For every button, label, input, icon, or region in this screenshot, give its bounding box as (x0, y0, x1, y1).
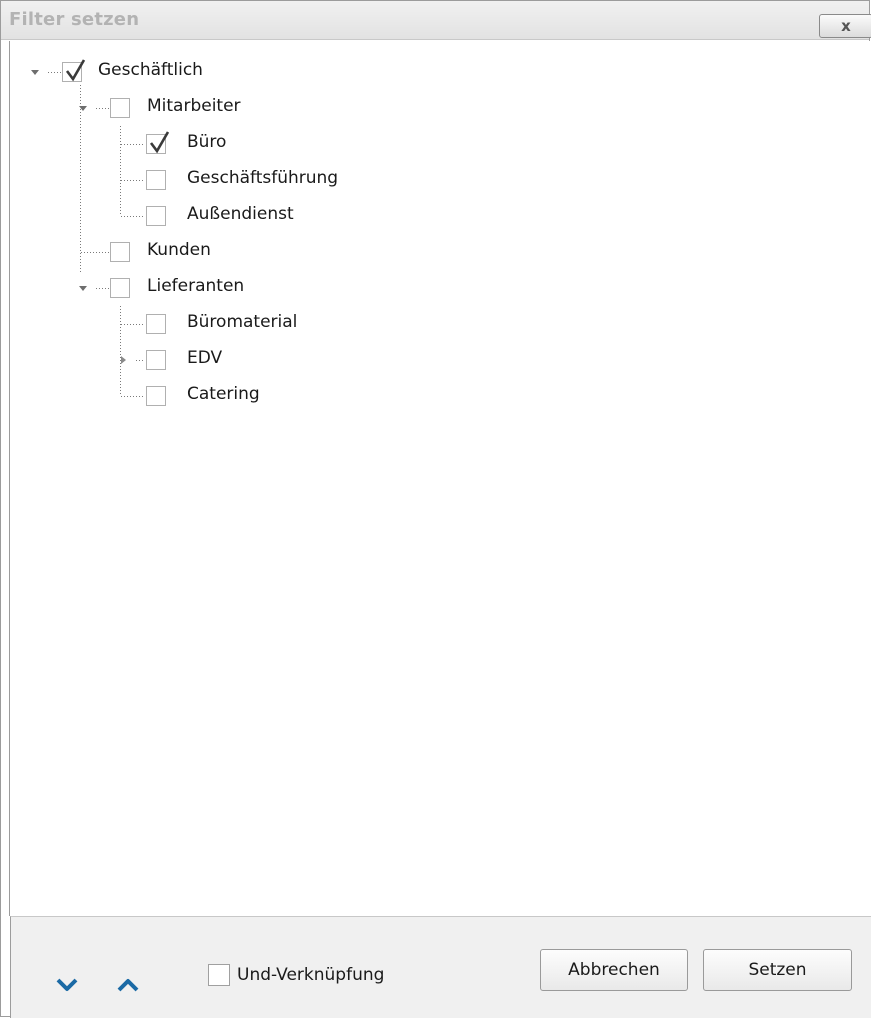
checkbox-geschaeftlich[interactable] (62, 59, 86, 82)
tree-item-lieferanten[interactable]: Lieferanten (10, 270, 410, 306)
und-verknuepfung-checkbox[interactable] (208, 964, 230, 986)
expand-arrow-icon[interactable] (78, 103, 88, 113)
move-down-button[interactable] (55, 976, 79, 994)
title-bar[interactable]: Filter setzen x (1, 1, 871, 40)
expand-arrow-icon[interactable] (30, 67, 40, 77)
move-up-button[interactable] (116, 976, 140, 994)
close-icon: x (841, 17, 851, 35)
tree-item-geschaeftsfuehrung[interactable]: Geschäftsführung (10, 162, 410, 198)
checkbox-mitarbeiter[interactable] (110, 98, 130, 118)
tree-item-bueromaterial[interactable]: Büromaterial (10, 306, 410, 342)
chevron-down-icon (56, 978, 78, 991)
expand-arrow-icon[interactable] (78, 283, 88, 293)
tree-item-aussendienst[interactable]: Außendienst (10, 198, 410, 234)
apply-button[interactable]: Setzen (703, 949, 852, 991)
checkbox-buero[interactable] (146, 131, 170, 154)
tree-item-label: Lieferanten (147, 276, 245, 296)
checkbox-lieferanten[interactable] (110, 278, 130, 298)
chevron-up-icon (117, 979, 139, 992)
tree-item-label: Büro (187, 132, 227, 152)
tree-item-label: Geschäftsführung (187, 168, 339, 188)
tree-item-catering[interactable]: Catering (10, 378, 410, 414)
filter-tree: Geschäftlich Mitarbeiter Büro Geschäftsf… (9, 41, 871, 916)
dialog-title: Filter setzen (9, 9, 140, 30)
dialog-footer: Und-Verknüpfung Abbrechen Setzen (10, 916, 871, 1018)
und-verknuepfung-label[interactable]: Und-Verknüpfung (237, 965, 384, 985)
tree-item-label: EDV (187, 348, 223, 368)
tree-item-label: Catering (187, 384, 260, 404)
tree-item-label: Mitarbeiter (147, 96, 241, 116)
close-button[interactable]: x (819, 14, 871, 38)
collapse-arrow-icon[interactable] (118, 355, 128, 365)
tree-item-edv[interactable]: EDV (10, 342, 410, 378)
tree-item-label: Kunden (147, 240, 211, 260)
checkbox-kunden[interactable] (110, 242, 130, 262)
tree-item-buero[interactable]: Büro (10, 126, 410, 162)
tree-item-kunden[interactable]: Kunden (10, 234, 410, 270)
cancel-button[interactable]: Abbrechen (540, 949, 688, 991)
checkbox-catering[interactable] (146, 386, 166, 406)
tree-item-label: Außendienst (187, 204, 294, 224)
checkbox-geschaeftsfuehrung[interactable] (146, 170, 166, 190)
checkmark-icon (149, 131, 170, 154)
checkbox-aussendienst[interactable] (146, 206, 166, 226)
tree-item-mitarbeiter[interactable]: Mitarbeiter (10, 90, 410, 126)
tree-item-label: Büromaterial (187, 312, 298, 332)
checkmark-icon (65, 59, 86, 82)
checkbox-edv[interactable] (146, 350, 166, 370)
tree-item-label: Geschäftlich (98, 60, 203, 80)
filter-dialog: Filter setzen x Geschäftlich Mitarbeiter… (0, 0, 871, 1018)
tree-item-geschaeftlich[interactable]: Geschäftlich (10, 54, 410, 90)
checkbox-bueromaterial[interactable] (146, 314, 166, 334)
